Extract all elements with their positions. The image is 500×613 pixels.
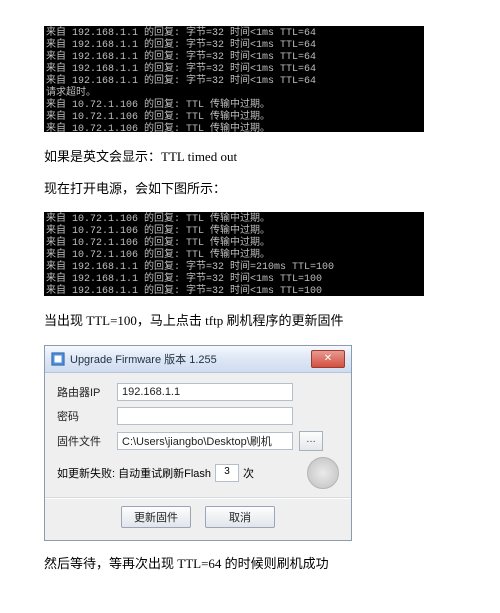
password-input[interactable] — [117, 407, 293, 425]
dialog-client-area: 路由器IP 密码 固件文件 … 如更新失败: 自动重试刷新Flash 3 次 更… — [45, 373, 351, 540]
label-router-ip: 路由器IP — [57, 384, 111, 400]
browse-button[interactable]: … — [299, 431, 323, 451]
upgrade-firmware-dialog: Upgrade Firmware 版本 1.255 ✕ 路由器IP 密码 固件文… — [44, 345, 352, 541]
paragraph-click-tftp: 当出现 TTL=100，马上点击 tftp 刷机程序的更新固件 — [44, 312, 456, 330]
app-icon — [51, 352, 65, 366]
router-ip-input[interactable] — [117, 383, 293, 401]
label-password: 密码 — [57, 408, 111, 424]
status-indicator — [307, 457, 339, 489]
close-icon: ✕ — [324, 354, 332, 364]
retry-count-input[interactable]: 3 — [215, 464, 239, 482]
update-firmware-button[interactable]: 更新固件 — [121, 506, 191, 528]
cancel-button[interactable]: 取消 — [205, 506, 275, 528]
close-button[interactable]: ✕ — [311, 350, 345, 368]
terminal-output-2: 来自 10.72.1.106 的回复: TTL 传输中过期。 来自 10.72.… — [44, 212, 424, 296]
firmware-file-input[interactable] — [117, 432, 293, 450]
label-firmware-file: 固件文件 — [57, 433, 111, 449]
paragraph-english-note: 如果是英文会显示：TTL timed out — [44, 148, 456, 166]
paragraph-power-on: 现在打开电源，会如下图所示： — [44, 180, 456, 198]
separator — [45, 497, 351, 498]
label-retry-suffix: 次 — [243, 465, 254, 481]
paragraph-wait-success: 然后等待，等再次出现 TTL=64 的时候则刷机成功 — [44, 555, 456, 573]
label-retry-prefix: 如更新失败: 自动重试刷新Flash — [57, 465, 211, 481]
terminal-output-1: 来自 192.168.1.1 的回复: 字节=32 时间<1ms TTL=64 … — [44, 26, 424, 132]
dialog-titlebar[interactable]: Upgrade Firmware 版本 1.255 ✕ — [45, 346, 351, 373]
dialog-title: Upgrade Firmware 版本 1.255 — [70, 351, 217, 367]
